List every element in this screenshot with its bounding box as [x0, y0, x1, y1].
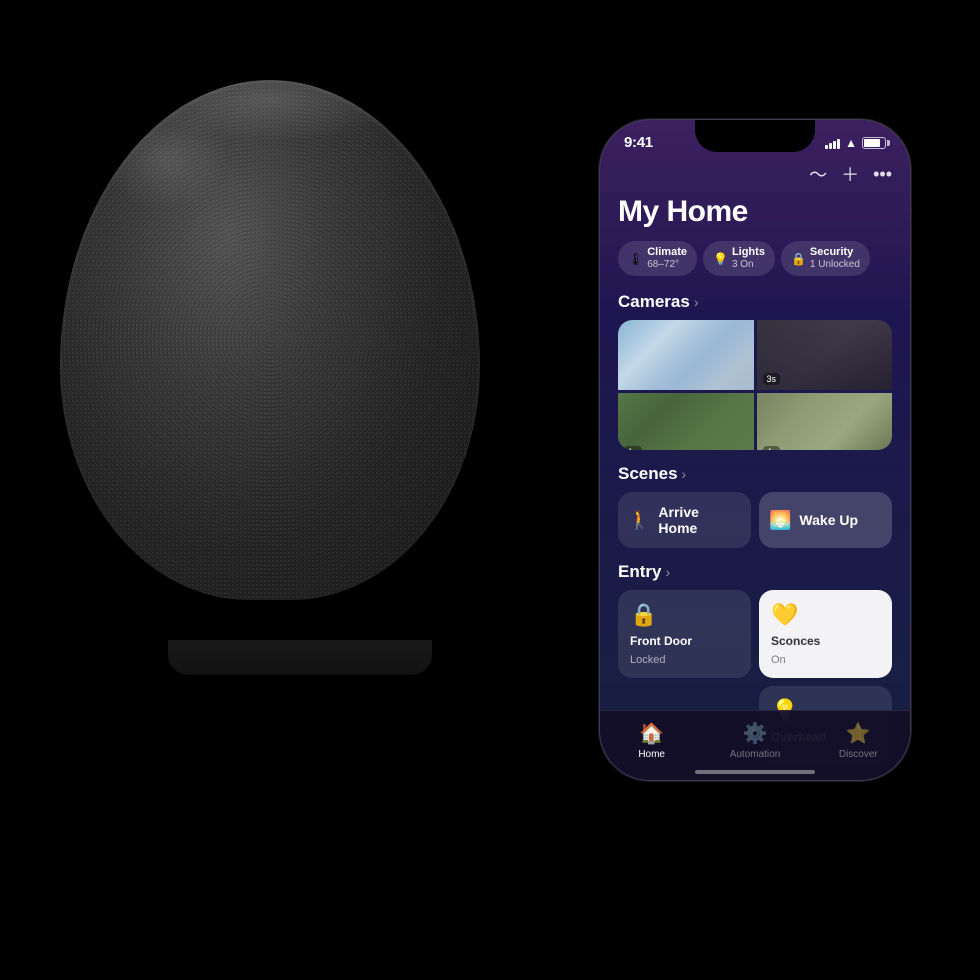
entry-chevron-icon: › [665, 564, 670, 580]
arrive-home-label: Arrive Home [658, 504, 741, 536]
front-door-name: Front Door [630, 634, 739, 648]
discover-tab-icon: ⭐ [846, 721, 871, 746]
iphone-screen: 9:41 ▲ 〜 [600, 120, 910, 780]
homepod-base [168, 640, 432, 675]
entry-section-title: Entry [618, 562, 661, 582]
scenes-section-title: Scenes [618, 464, 678, 484]
battery-fill [864, 139, 880, 147]
homepod [60, 80, 480, 600]
signal-bar-1 [825, 145, 828, 149]
lights-pill[interactable]: 💡 Lights 3 On [703, 241, 775, 276]
tab-home[interactable]: 🏠 Home [600, 721, 703, 760]
toolbar: 〜 ＋ ••• [618, 161, 892, 187]
scenes-row: 🚶 Arrive Home 🌅 Wake Up [618, 492, 892, 548]
more-icon[interactable]: ••• [873, 164, 892, 185]
lights-value: 3 On [732, 259, 765, 271]
camera-cell-1[interactable] [618, 320, 754, 390]
climate-icon: 🌡 [628, 252, 643, 266]
security-icon: 🔒 [791, 252, 806, 266]
security-label: Security [810, 246, 860, 259]
homepod-mesh [60, 80, 480, 600]
climate-pill[interactable]: 🌡 Climate 68–72° [618, 241, 697, 276]
app-content: 〜 ＋ ••• My Home 🌡 Climate 68–72° [600, 151, 910, 766]
cameras-section-header[interactable]: Cameras › [618, 292, 892, 312]
iphone-notch [695, 120, 815, 152]
wake-up-icon: 🌅 [769, 510, 791, 531]
sconces-status: On [771, 654, 880, 666]
entry-section-header[interactable]: Entry › [618, 562, 892, 582]
iphone: 9:41 ▲ 〜 [600, 120, 910, 780]
signal-icon [825, 137, 840, 149]
tab-automation[interactable]: ⚙️ Automation [703, 721, 806, 760]
wake-up-label: Wake Up [799, 512, 858, 528]
security-text: Security 1 Unlocked [810, 246, 860, 271]
camera-cell-3[interactable]: 1s [618, 393, 754, 450]
battery-icon [862, 137, 886, 149]
cameras-chevron-icon: › [694, 294, 699, 310]
homepod-top-highlight [123, 80, 417, 142]
home-tab-label: Home [638, 749, 665, 760]
iphone-wrapper: 9:41 ▲ 〜 [600, 120, 910, 780]
sconces-name: Sconces [771, 634, 880, 648]
homepod-container [60, 80, 540, 660]
lights-label: Lights [732, 246, 765, 259]
climate-value: 68–72° [647, 259, 687, 271]
cam4-timestamp: 4s [763, 446, 781, 450]
automation-tab-label: Automation [730, 749, 781, 760]
page-title: My Home [618, 195, 892, 229]
status-icons: ▲ [825, 136, 886, 150]
home-tab-icon: 🏠 [639, 721, 664, 746]
cameras-section-title: Cameras [618, 292, 690, 312]
signal-bar-3 [833, 141, 836, 149]
security-pill[interactable]: 🔒 Security 1 Unlocked [781, 241, 870, 276]
lights-text: Lights 3 On [732, 246, 765, 271]
security-value: 1 Unlocked [810, 259, 860, 271]
camera-cell-4[interactable]: 4s [757, 393, 893, 450]
wake-up-scene-button[interactable]: 🌅 Wake Up [759, 492, 892, 548]
waveform-icon[interactable]: 〜 [809, 161, 827, 187]
status-pills: 🌡 Climate 68–72° 💡 Lights 3 On [618, 241, 892, 276]
tab-discover[interactable]: ⭐ Discover [807, 721, 910, 760]
arrive-home-scene-button[interactable]: 🚶 Arrive Home [618, 492, 751, 548]
add-icon[interactable]: ＋ [841, 161, 859, 187]
status-time: 9:41 [624, 134, 653, 151]
signal-bar-4 [837, 139, 840, 149]
wifi-icon: ▲ [845, 136, 857, 150]
discover-tab-label: Discover [839, 749, 878, 760]
lights-icon: 💡 [713, 252, 728, 266]
cam3-timestamp: 1s [624, 446, 642, 450]
arrive-home-icon: 🚶 [628, 510, 650, 531]
sconces-tile[interactable]: 💛 Sconces On [759, 590, 892, 678]
climate-label: Climate [647, 246, 687, 259]
camera-cell-2[interactable]: 3s [757, 320, 893, 390]
cameras-grid: 3s 1s 4s [618, 320, 892, 450]
signal-bar-2 [829, 143, 832, 149]
climate-text: Climate 68–72° [647, 246, 687, 271]
cam2-timestamp: 3s [763, 373, 781, 385]
front-door-status: Locked [630, 654, 739, 666]
tab-bar: 🏠 Home ⚙️ Automation ⭐ Discover [600, 710, 910, 766]
automation-tab-icon: ⚙️ [743, 721, 768, 746]
scenes-chevron-icon: › [682, 466, 687, 482]
front-door-tile[interactable]: 🔒 Front Door Locked [618, 590, 751, 678]
sconces-icon: 💛 [771, 602, 880, 628]
scenes-section-header[interactable]: Scenes › [618, 464, 892, 484]
front-door-icon: 🔒 [630, 602, 739, 628]
